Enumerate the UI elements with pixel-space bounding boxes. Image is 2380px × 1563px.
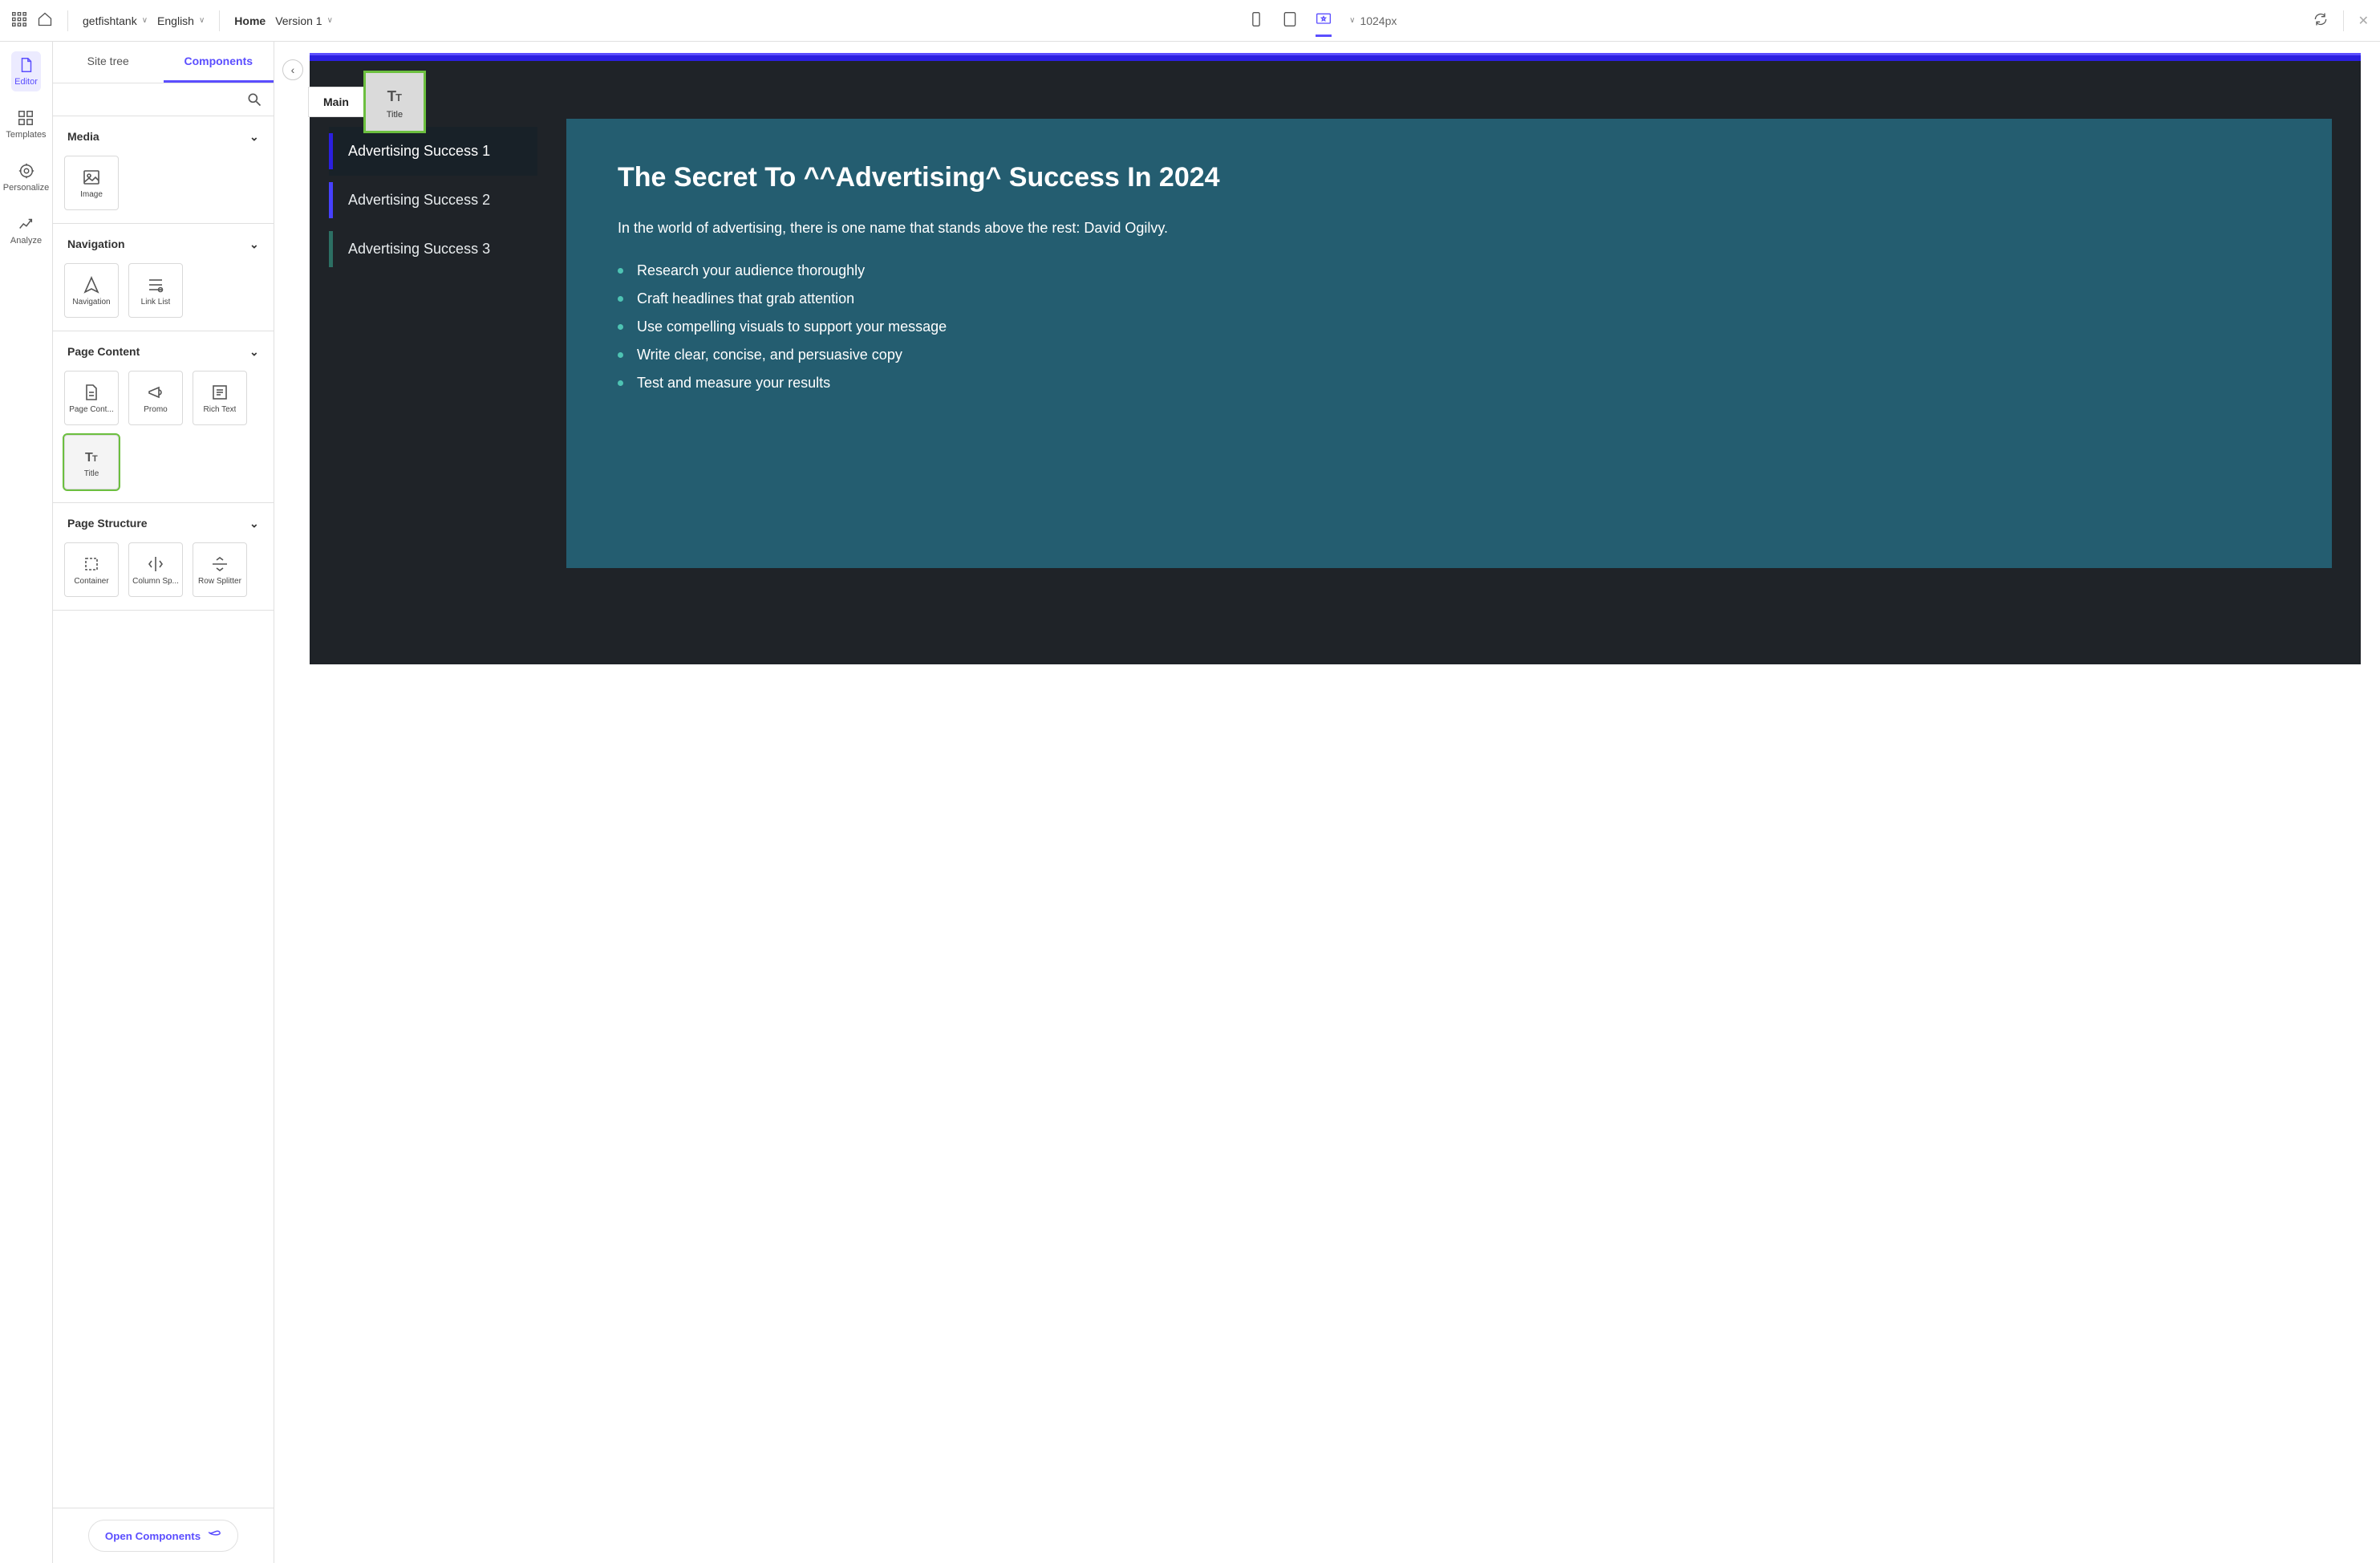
nav-icon	[82, 275, 101, 294]
card-bullets: Research your audience thoroughly Craft h…	[618, 260, 2281, 394]
container-icon	[82, 554, 101, 574]
tab-list: Advertising Success 1Advertising Success…	[329, 127, 537, 568]
category-page-content[interactable]: Page Content⌃	[53, 331, 274, 371]
crumb-main[interactable]: Main	[308, 87, 364, 117]
site-dropdown[interactable]: getfishtank∨	[83, 14, 148, 27]
title-icon	[82, 447, 101, 466]
bullet-1: Craft headlines that grab attention	[618, 288, 2281, 310]
chevron-up-icon: ⌃	[249, 344, 259, 358]
doc-icon	[82, 383, 101, 402]
components-panel: Site tree Components Media⌃Image Navigati…	[53, 42, 274, 1563]
colsplit-icon	[146, 554, 165, 574]
home-icon[interactable]	[37, 11, 53, 30]
left-rail: Editor Templates Personalize Analyze	[0, 42, 53, 1563]
panel-search[interactable]	[53, 83, 274, 116]
language-dropdown[interactable]: English∨	[157, 14, 205, 27]
collapse-panel-button[interactable]: ‹	[282, 59, 303, 80]
title-icon	[383, 84, 406, 107]
category-navigation[interactable]: Navigation⌃	[53, 224, 274, 263]
component-richtext[interactable]: Rich Text	[193, 371, 247, 425]
tab-item-2[interactable]: Advertising Success 3	[329, 225, 537, 274]
richtext-icon	[210, 383, 229, 402]
component-pagecontent[interactable]: Page Cont...	[64, 371, 119, 425]
drop-placeholder-bar	[310, 53, 2361, 61]
search-icon	[246, 91, 262, 108]
open-components-button[interactable]: Open Components	[88, 1520, 238, 1552]
content-card: The Secret To ^^Advertising^ Success In …	[566, 119, 2332, 568]
category-page-structure[interactable]: Page Structure⌃	[53, 503, 274, 542]
chevron-up-icon: ⌃	[249, 237, 259, 250]
rail-templates[interactable]: Templates	[2, 104, 49, 144]
bullet-0: Research your audience thoroughly	[618, 260, 2281, 282]
drag-ghost-title: Title	[363, 71, 426, 133]
feaas-icon	[207, 1528, 221, 1543]
version-dropdown[interactable]: Version 1∨	[275, 14, 333, 27]
card-intro: In the world of advertising, there is on…	[618, 217, 2281, 239]
rowsplit-icon	[210, 554, 229, 574]
apps-icon[interactable]	[11, 11, 27, 30]
card-title: The Secret To ^^Advertising^ Success In …	[618, 162, 2281, 193]
bullet-2: Use compelling visuals to support your m…	[618, 316, 2281, 338]
promo-icon	[146, 383, 165, 402]
chevron-up-icon: ⌃	[249, 516, 259, 530]
tab-item-0[interactable]: Advertising Success 1	[329, 127, 537, 176]
device-desktop[interactable]	[1316, 11, 1332, 37]
rail-personalize[interactable]: Personalize	[0, 157, 52, 197]
bullet-4: Test and measure your results	[618, 372, 2281, 394]
component-columnsp[interactable]: Column Sp...	[128, 542, 183, 597]
close-icon[interactable]: ✕	[2358, 13, 2369, 29]
topbar: getfishtank∨ English∨ Home Version 1∨ ∨1…	[0, 0, 2380, 42]
component-linklist[interactable]: Link List	[128, 263, 183, 318]
canvas: ‹ Main Title Advertising Success 1Advert…	[274, 42, 2380, 1563]
tab-site-tree[interactable]: Site tree	[53, 42, 164, 83]
component-container[interactable]: Container	[64, 542, 119, 597]
component-title[interactable]: Title	[64, 435, 119, 489]
page-dropdown[interactable]: Home	[234, 14, 266, 27]
category-media[interactable]: Media⌃	[53, 116, 274, 156]
refresh-icon[interactable]	[2313, 11, 2329, 30]
canvas-width-dropdown[interactable]: ∨1024px	[1349, 14, 1397, 27]
component-navigation[interactable]: Navigation	[64, 263, 119, 318]
placeholder-breadcrumb: Main Title	[308, 71, 426, 133]
image-icon	[82, 168, 101, 187]
component-promo[interactable]: Promo	[128, 371, 183, 425]
device-tablet[interactable]	[1282, 11, 1298, 30]
rail-analyze[interactable]: Analyze	[7, 210, 45, 250]
chevron-up-icon: ⌃	[249, 129, 259, 143]
tab-components[interactable]: Components	[164, 42, 274, 83]
component-rowsplit[interactable]: Row Splitter	[193, 542, 247, 597]
device-phone[interactable]	[1248, 11, 1264, 30]
bullet-3: Write clear, concise, and persuasive cop…	[618, 344, 2281, 366]
component-image[interactable]: Image	[64, 156, 119, 210]
page-frame: Main Title Advertising Success 1Advertis…	[310, 53, 2361, 664]
tab-item-1[interactable]: Advertising Success 2	[329, 176, 537, 225]
linklist-icon	[146, 275, 165, 294]
rail-editor[interactable]: Editor	[11, 51, 41, 91]
